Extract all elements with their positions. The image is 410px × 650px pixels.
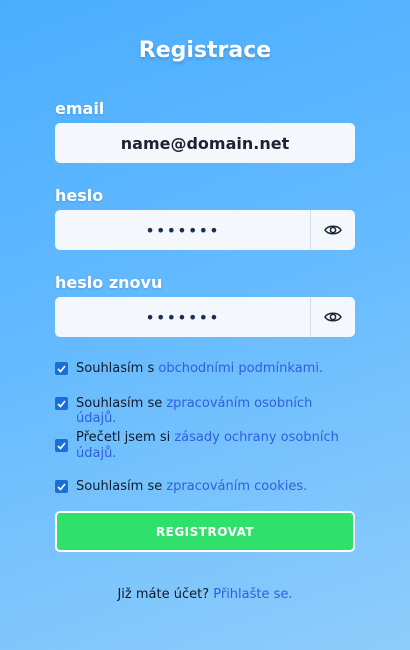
consent-personal-data-label: Souhlasím se zpracováním osobních údajů.: [76, 396, 355, 426]
password-again-value: •••••••: [145, 307, 220, 327]
email-value: name@domain.net: [120, 133, 290, 153]
login-prompt-text: Již máte účet?: [117, 587, 214, 602]
eye-icon: [324, 312, 342, 322]
consent-personal-data-checkbox[interactable]: [55, 397, 68, 410]
login-link[interactable]: Přihlašte se.: [213, 587, 292, 602]
checkmark-icon: [57, 399, 66, 408]
checkmark-icon: [57, 482, 66, 491]
consent-text: Souhlasím se: [76, 396, 167, 411]
consent-text: Souhlasím s: [76, 361, 159, 376]
consent-text: Přečetl jsem si: [76, 430, 175, 445]
login-prompt: Již máte účet? Přihlašte se.: [0, 587, 410, 602]
consent-cookies: Souhlasím se zpracováním cookies.: [55, 479, 355, 494]
consent-text: Souhlasím se: [76, 479, 167, 494]
password-field[interactable]: •••••••: [55, 210, 355, 250]
checkmark-icon: [57, 364, 66, 373]
show-password-button[interactable]: [310, 210, 355, 250]
consent-personal-data: Souhlasím se zpracováním osobních údajů.: [55, 396, 355, 426]
password-again-field[interactable]: •••••••: [55, 297, 355, 337]
checkmark-icon: [57, 441, 66, 450]
password-value: •••••••: [145, 220, 220, 240]
consent-cookies-label: Souhlasím se zpracováním cookies.: [76, 479, 307, 494]
email-label: email: [55, 99, 105, 118]
register-button[interactable]: REGISTROVAT: [55, 511, 355, 552]
email-field[interactable]: name@domain.net: [55, 123, 355, 163]
consent-privacy: Přečetl jsem si zásady ochrany osobních …: [55, 430, 355, 462]
password-label: heslo: [55, 186, 104, 205]
consent-privacy-label: Přečetl jsem si zásady ochrany osobních …: [76, 430, 346, 462]
password-again-label: heslo znovu: [55, 273, 163, 292]
form-title: Registrace: [138, 38, 272, 63]
cookies-link[interactable]: zpracováním cookies.: [166, 479, 307, 494]
eye-icon: [324, 225, 342, 235]
consent-terms-label: Souhlasím s obchodními podmínkami.: [76, 361, 323, 376]
consent-terms: Souhlasím s obchodními podmínkami.: [55, 361, 355, 376]
terms-link[interactable]: obchodními podmínkami.: [158, 361, 323, 376]
show-password-again-button[interactable]: [310, 297, 355, 337]
consent-privacy-checkbox[interactable]: [55, 439, 68, 452]
consent-cookies-checkbox[interactable]: [55, 480, 68, 493]
consent-terms-checkbox[interactable]: [55, 362, 68, 375]
